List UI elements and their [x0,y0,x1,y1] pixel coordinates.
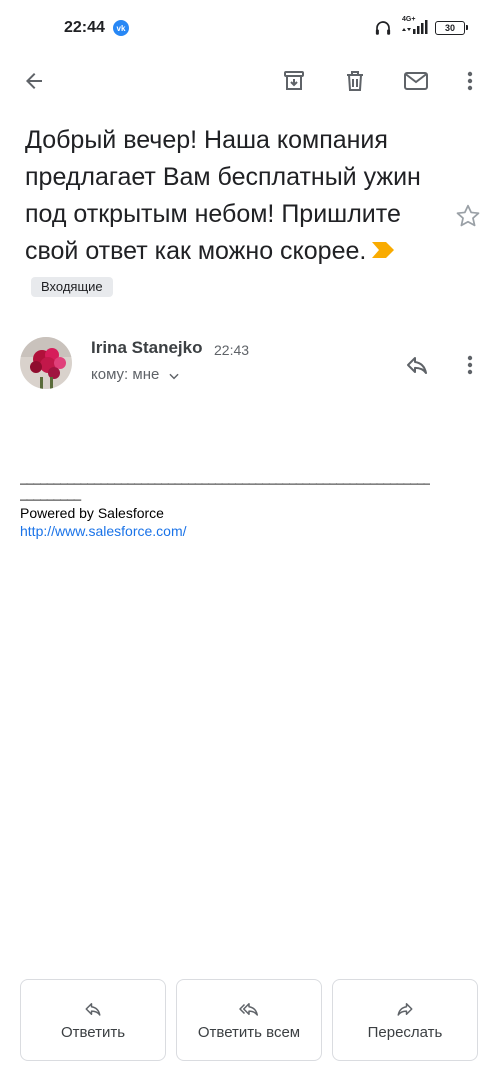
mail-icon [404,72,428,90]
email-subject: Добрый вечер! Наша компания предлагает В… [25,122,445,307]
reply-icon [85,1002,101,1016]
salesforce-link[interactable]: http://www.salesforce.com/ [20,522,430,540]
recipient-text: кому: мне [91,366,160,383]
archive-icon [284,71,304,90]
reply-icon [407,357,427,374]
email-time: 22:43 [214,342,250,358]
headphones-icon [375,21,391,35]
subject-text: Добрый вечер! Наша компания предлагает В… [25,126,421,265]
inbox-label-chip[interactable]: Входящие [31,277,113,298]
archive-button[interactable] [274,61,314,101]
battery-icon: 30 [435,21,468,35]
message-more-button[interactable] [452,346,488,384]
importance-marker-icon[interactable] [372,242,395,259]
delete-button[interactable] [335,61,375,101]
back-button[interactable] [14,61,54,101]
chevron-down-icon [169,373,179,380]
forward-label: Переслать [367,1023,443,1041]
reply-all-button[interactable]: Ответить всем [176,979,322,1061]
sender-avatar[interactable] [20,337,72,389]
more-options-button[interactable] [450,61,490,101]
status-bar: 22:44 vk 4G+ 30 [0,0,498,56]
star-outline-icon [456,204,480,227]
email-body: ________________________________________… [20,470,430,540]
status-time: 22:44 [64,19,105,36]
forward-icon [397,1002,413,1016]
forward-button[interactable]: Переслать [332,979,478,1061]
reply-label: Ответить [60,1023,126,1041]
email-toolbar [0,56,498,108]
text-divider-continuation: _________ [20,486,81,501]
powered-by-text: Powered by Salesforce [20,505,164,521]
more-vert-icon [467,71,473,91]
star-button[interactable] [452,200,484,232]
reply-button[interactable]: Ответить [20,979,166,1061]
signal-icon [402,20,428,34]
reply-icon-button[interactable] [398,346,436,384]
back-arrow-icon [26,73,42,89]
text-divider: ________________________________________… [20,470,430,485]
reply-all-label: Ответить всем [197,1023,301,1041]
recipient-details-toggle[interactable]: кому: мне [91,366,181,383]
mark-unread-button[interactable] [396,61,436,101]
reply-all-icon [239,1002,258,1016]
trash-icon [347,71,363,91]
more-vert-icon [467,355,473,375]
avatar-flowers-image [20,337,72,389]
vk-icon: vk [113,20,129,36]
sender-name[interactable]: Irina Stanejko [91,338,202,358]
